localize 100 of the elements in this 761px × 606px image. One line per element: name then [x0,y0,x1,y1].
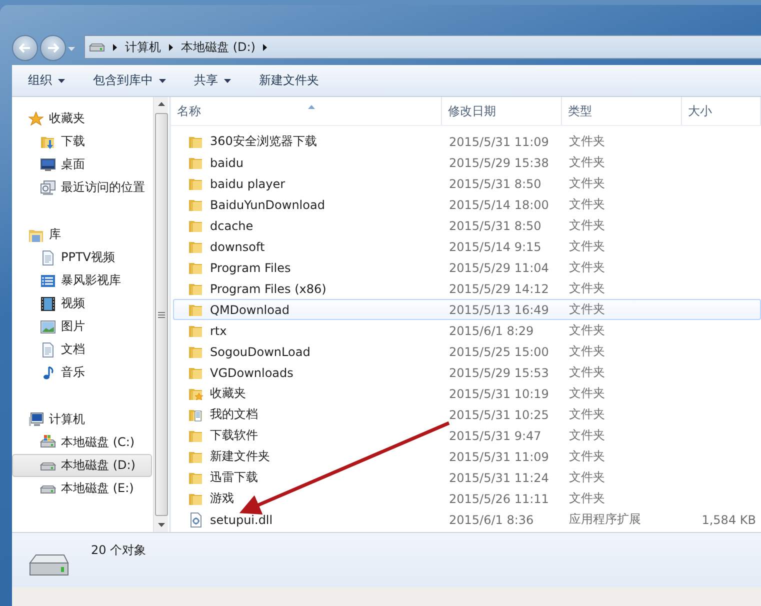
type-cell: 文件夹 [569,302,605,316]
document-icon [40,342,56,358]
toolbar-button[interactable]: 包含到库中 [93,72,180,89]
document-icon [40,250,56,266]
toolbar-button[interactable]: 新建文件夹 [259,72,333,89]
back-button[interactable] [12,35,38,61]
sidebar-item[interactable]: 图片 [12,315,152,338]
toolbar-button[interactable]: 共享 [194,72,245,89]
file-row[interactable]: 新建文件夹 2015/5/31 11:09 文件夹 [173,446,761,467]
file-row[interactable]: 下载软件 2015/5/31 9:47 文件夹 [173,425,761,446]
breadcrumb-arrow-icon[interactable] [113,44,117,50]
column-header[interactable]: 类型 [562,97,682,125]
file-name[interactable]: 360安全浏览器下载 [210,133,317,150]
scroll-up-icon[interactable] [158,102,164,106]
system-drive-icon [40,434,56,450]
file-row[interactable]: Program Files 2015/5/29 11:04 文件夹 [173,257,761,278]
breadcrumb-arrow-icon[interactable] [263,44,268,50]
file-name[interactable]: setupui.dll [210,512,273,526]
file-row[interactable]: baidu player 2015/5/31 8:50 文件夹 [173,173,761,194]
file-row[interactable]: downsoft 2015/5/14 9:15 文件夹 [173,236,761,257]
breadcrumb-arrow-icon[interactable] [169,44,173,50]
file-row[interactable]: dcache 2015/5/31 8:50 文件夹 [173,215,761,236]
type-cell: 文件夹 [569,344,605,358]
file-row[interactable]: QMDownload 2015/5/13 16:49 文件夹 [173,299,761,320]
column-header[interactable]: 名称 [171,97,442,125]
file-name[interactable]: VGDownloads [210,366,294,380]
file-name[interactable]: dcache [210,218,254,232]
type-cell: 文件夹 [569,197,605,211]
type-cell: 文件夹 [569,470,605,484]
date-cell: 2015/5/31 11:09 [449,450,549,464]
date-cell: 2015/5/31 8:50 [449,176,542,190]
sidebar-item[interactable]: 视频 [12,292,152,315]
file-name[interactable]: BaiduYunDownload [210,198,325,212]
date-cell: 2015/5/29 14:12 [449,282,549,296]
sidebar-item[interactable]: 文档 [12,338,152,361]
file-row[interactable]: 游戏 2015/5/26 11:11 文件夹 [173,488,761,509]
file-row[interactable]: rtx 2015/6/1 8:29 文件夹 [173,320,761,341]
file-name[interactable]: SogouDownLoad [210,344,310,358]
type-cell: 文件夹 [569,176,605,190]
film-icon [40,296,56,312]
date-cell: 2015/6/1 8:29 [449,324,534,338]
sidebar-heading[interactable]: 库 [49,226,61,243]
sidebar-heading[interactable]: 计算机 [49,411,85,428]
file-name[interactable]: baidu player [210,176,286,190]
breadcrumb-item[interactable]: 计算机 [125,38,161,56]
sidebar-item[interactable]: 暴风影视库 [12,269,152,292]
file-row[interactable]: SogouDownLoad 2015/5/25 15:00 文件夹 [173,341,761,362]
file-name[interactable]: baidu [210,156,244,170]
sidebar-item[interactable]: 音乐 [12,361,152,384]
sidebar-item[interactable]: 本地磁盘 (C:) [12,431,152,454]
type-cell: 文件夹 [569,260,605,274]
file-row[interactable]: BaiduYunDownload 2015/5/14 18:00 文件夹 [173,194,761,215]
type-cell: 应用程序扩展 [569,512,641,526]
recent-places-icon [40,180,56,196]
file-name[interactable]: 游戏 [210,490,234,507]
date-cell: 2015/5/31 9:47 [449,428,542,442]
forward-arrow-icon [47,43,59,53]
list-icon [40,272,56,288]
column-header[interactable]: 修改日期 [442,97,562,125]
sidebar-item[interactable]: 最近访问的位置 [12,176,152,199]
date-cell: 2015/5/26 11:11 [449,492,549,506]
caret-icon [58,78,65,82]
file-name[interactable]: 下载软件 [210,427,258,444]
sidebar-item[interactable]: PPTV视频 [12,246,152,269]
file-row[interactable]: 我的文档 2015/5/31 10:25 文件夹 [173,404,761,425]
file-name[interactable]: 迅雷下载 [210,469,258,486]
date-cell: 2015/5/31 11:09 [449,134,549,148]
date-cell: 2015/5/29 15:53 [449,366,549,380]
file-name[interactable]: 新建文件夹 [210,448,270,465]
file-row[interactable]: VGDownloads 2015/5/29 15:53 文件夹 [173,362,761,383]
sidebar-item[interactable]: 桌面 [12,153,152,176]
file-row[interactable]: setupui.dll 2015/6/1 8:36 应用程序扩展 1,584 KB [173,509,761,530]
computer-icon [28,412,44,428]
column-header[interactable]: 大小 [682,97,761,125]
sidebar-item[interactable]: 下载 [12,130,152,153]
scroll-down-icon[interactable] [158,523,164,527]
type-cell: 文件夹 [569,239,605,253]
address-bar[interactable]: 计算机 本地磁盘 (D:) [84,35,761,59]
file-row[interactable]: 迅雷下载 2015/5/31 11:24 文件夹 [173,467,761,488]
date-cell: 2015/5/29 15:38 [449,156,549,170]
sidebar-item[interactable]: 本地磁盘 (E:) [12,477,152,500]
file-name[interactable]: 我的文档 [210,406,258,423]
forward-button[interactable] [40,35,66,61]
file-name[interactable]: Program Files [210,260,291,274]
file-name[interactable]: Program Files (x86) [210,282,326,296]
scrollbar-thumb[interactable] [154,113,168,516]
sidebar-item[interactable]: 本地磁盘 (D:) [12,454,152,477]
file-name[interactable]: QMDownload [210,302,290,316]
file-row[interactable]: baidu 2015/5/29 15:38 文件夹 [173,152,761,173]
toolbar-button[interactable]: 组织 [28,72,79,89]
type-cell: 文件夹 [569,281,605,295]
file-name[interactable]: downsoft [210,240,265,254]
sidebar-heading[interactable]: 收藏夹 [49,110,85,127]
monitor-icon [40,156,56,172]
file-name[interactable]: 收藏夹 [210,385,246,402]
file-name[interactable]: rtx [210,324,227,338]
file-row[interactable]: 360安全浏览器下载 2015/5/31 11:09 文件夹 [173,131,761,152]
file-row[interactable]: Program Files (x86) 2015/5/29 14:12 文件夹 [173,278,761,299]
breadcrumb-item[interactable]: 本地磁盘 (D:) [181,38,256,56]
file-row[interactable]: 收藏夹 2015/5/31 10:19 文件夹 [173,383,761,404]
